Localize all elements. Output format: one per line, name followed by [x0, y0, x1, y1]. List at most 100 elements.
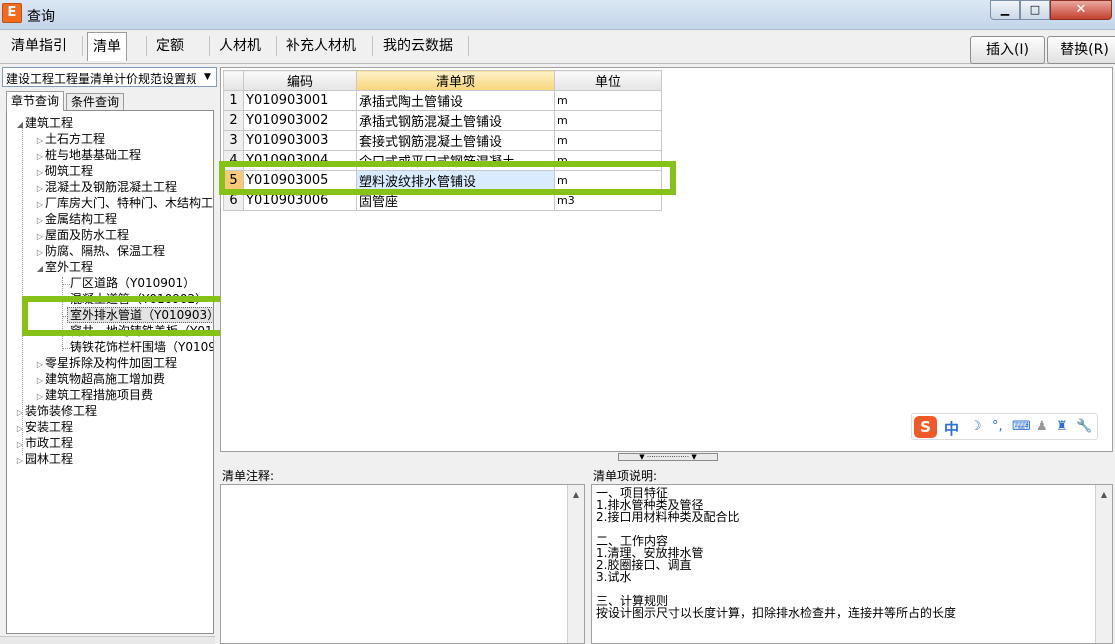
tree-node-label: 建筑工程措施项目费 — [45, 388, 154, 402]
tree-node-metal-structure[interactable]: ▷ 金属结构工程 — [35, 211, 117, 227]
tree-node-label: 混凝土及钢筋混凝土工程 — [45, 180, 178, 194]
tree-horizontal-scrollbar[interactable] — [0, 636, 215, 644]
tab-strip: 清单指引 清单 定额 人材机 补充人材机 我的云数据 插入(I) 替换(R) — [0, 30, 1115, 64]
tab-quota[interactable]: 定额 — [151, 32, 189, 60]
tree-node-factory-road[interactable]: 厂区道路（Y010901） — [70, 275, 195, 291]
tree-node-demolition[interactable]: ▷ 零星拆除及构件加固工程 — [35, 355, 177, 371]
table-row[interactable]: 2 Y010903002 承插式钢筋混凝土管铺设 m — [223, 110, 662, 131]
chevron-down-icon[interactable]: ▼ — [199, 68, 216, 86]
tab-divider — [146, 36, 147, 56]
table-header-row: 编码 清单项 单位 — [223, 70, 662, 91]
column-header-code[interactable]: 编码 — [243, 70, 357, 91]
highlight-box — [22, 296, 232, 336]
description-textarea[interactable]: 一、项目特征 1.排水管种类及管径 2.接口用材料种类及配合比 二、工作内容 1… — [591, 484, 1113, 644]
notes-textarea[interactable]: ▲ — [220, 484, 585, 644]
tree-node-masonry[interactable]: ▷ 砌筑工程 — [35, 163, 93, 179]
moon-icon[interactable]: ☽ — [970, 419, 982, 434]
sogou-logo-icon[interactable]: S — [914, 416, 937, 438]
tree-node-decoration[interactable]: ▷ 装饰装修工程 — [15, 403, 97, 419]
user-icon[interactable]: ♟ — [1036, 419, 1048, 434]
highlight-box — [219, 161, 676, 195]
row-number: 1 — [223, 90, 244, 111]
description-line: 按设计图示尺寸以长度计算，扣除排水检查井，连接井等所占的长度 — [596, 606, 957, 620]
tree-node-label: 室外工程 — [45, 260, 94, 274]
minimize-button[interactable]: ▁ — [990, 0, 1020, 20]
notes-scrollbar[interactable]: ▲ — [567, 485, 584, 643]
tab-supplement-materials[interactable]: 补充人材机 — [281, 32, 361, 60]
tree-node-concrete[interactable]: ▷ 混凝土及钢筋混凝土工程 — [35, 179, 177, 195]
tab-materials[interactable]: 人材机 — [214, 32, 266, 60]
unit-cell[interactable]: m — [554, 110, 662, 131]
window-title: 查询 — [27, 9, 55, 25]
scroll-up-icon[interactable]: ▲ — [1096, 487, 1112, 503]
tree-node-landscape[interactable]: ▷ 园林工程 — [15, 451, 73, 467]
pane-splitter[interactable]: ▼ ··················· ▼ — [618, 453, 718, 461]
column-header-unit[interactable]: 单位 — [554, 70, 662, 91]
item-cell[interactable]: 套接式钢筋混凝土管铺设 — [356, 130, 555, 151]
tree-node-anticorrosion[interactable]: ▷ 防腐、隔热、保温工程 — [35, 243, 165, 259]
punctuation-icon[interactable]: °, — [992, 419, 1003, 434]
tree-node-measures[interactable]: ▷ 建筑工程措施项目费 — [35, 387, 153, 403]
tree-node-iron-fence[interactable]: 铸铁花饰栏杆围墙（Y010905） — [70, 339, 213, 355]
tree-node-label: 安装工程 — [25, 420, 74, 434]
tree-node-label: 金属结构工程 — [45, 212, 118, 226]
code-cell[interactable]: Y010903002 — [243, 110, 357, 131]
tree-node-outdoor[interactable]: ◢ 室外工程 — [35, 259, 93, 275]
shirt-icon[interactable]: ♜ — [1056, 419, 1068, 434]
notes-label: 清单注释: — [222, 469, 275, 483]
code-cell[interactable]: Y010903003 — [243, 130, 357, 151]
tab-chapter-search[interactable]: 章节查询 — [6, 91, 65, 111]
maximize-button[interactable]: □ — [1020, 0, 1050, 20]
tree-node-installation[interactable]: ▷ 安装工程 — [15, 419, 73, 435]
description-line: 3.试水 — [596, 570, 632, 584]
tab-divider — [82, 36, 83, 56]
tree-node-label: 厂库房大门、特种门、木结构工 — [45, 196, 214, 210]
tree-node-building[interactable]: ◢ 建筑工程 — [15, 115, 73, 131]
row-number-header — [223, 70, 244, 91]
tab-list-guide[interactable]: 清单指引 — [6, 32, 72, 60]
replace-button[interactable]: 替换(R) — [1047, 36, 1115, 64]
list-grid: 编码 清单项 单位 1 Y010903001 承插式陶土管铺设 m 2 Y010… — [220, 67, 1113, 452]
expand-icon[interactable]: ◢ — [15, 117, 25, 133]
tree-node-pile-foundation[interactable]: ▷ 桩与地基基础工程 — [35, 147, 141, 163]
wrench-icon[interactable]: 🔧 — [1076, 419, 1092, 434]
tree-node-label: 砌筑工程 — [45, 164, 94, 178]
chapter-tree: ◢ 建筑工程 ▷ 土石方工程 ▷ 桩与地基基础工程 ▷ 砌筑工程 ▷ 混凝土及钢筋混凝土工… — [6, 110, 214, 634]
tab-divider — [372, 36, 373, 56]
item-cell[interactable]: 承插式陶土管铺设 — [356, 90, 555, 111]
table-row[interactable]: 1 Y010903001 承插式陶土管铺设 m — [223, 90, 662, 111]
insert-button[interactable]: 插入(I) — [970, 36, 1045, 64]
description-scrollbar[interactable]: ▲ — [1095, 485, 1112, 643]
expand-icon[interactable]: ◢ — [35, 261, 45, 277]
tree-node-high-rise[interactable]: ▷ 建筑物超高施工增加费 — [35, 371, 165, 387]
unit-cell[interactable]: m — [554, 130, 662, 151]
spec-select[interactable]: 建设工程工程量清单计价规范设置规 ▼ — [2, 67, 217, 87]
tree-node-earthwork[interactable]: ▷ 土石方工程 — [35, 131, 105, 147]
tab-divider — [209, 36, 210, 56]
code-cell[interactable]: Y010903001 — [243, 90, 357, 111]
row-number: 3 — [223, 130, 244, 151]
tree-node-label: 厂区道路（Y010901） — [70, 276, 196, 290]
close-button[interactable]: ✕ — [1050, 0, 1112, 20]
tab-condition-search[interactable]: 条件查询 — [66, 93, 125, 111]
ime-toolbar[interactable]: S 中 ☽ °, ⌨ ♟ ♜ 🔧 — [911, 413, 1098, 440]
keyboard-icon[interactable]: ⌨ — [1012, 419, 1031, 434]
tree-node-label: 园林工程 — [25, 452, 74, 466]
ime-mode-label[interactable]: 中 — [944, 418, 959, 439]
expand-icon[interactable]: ▷ — [15, 453, 25, 469]
tree-node-factory-doors[interactable]: ▷ 厂库房大门、特种门、木结构工 — [35, 195, 213, 211]
item-cell[interactable]: 承插式钢筋混凝土管铺设 — [356, 110, 555, 131]
table-row[interactable]: 3 Y010903003 套接式钢筋混凝土管铺设 m — [223, 130, 662, 151]
tree-node-label: 建筑工程 — [25, 116, 74, 130]
tree-node-municipal[interactable]: ▷ 市政工程 — [15, 435, 73, 451]
scroll-up-icon[interactable]: ▲ — [568, 487, 584, 503]
tab-divider — [468, 36, 469, 56]
tree-connector — [62, 348, 70, 349]
unit-cell[interactable]: m — [554, 90, 662, 111]
tree-node-label: 零星拆除及构件加固工程 — [45, 356, 178, 370]
tab-cloud-data[interactable]: 我的云数据 — [378, 32, 458, 60]
column-header-item[interactable]: 清单项 — [356, 70, 555, 91]
tab-list[interactable]: 清单 — [87, 32, 127, 61]
app-logo-icon: E — [2, 3, 22, 23]
tree-node-roofing[interactable]: ▷ 屋面及防水工程 — [35, 227, 129, 243]
